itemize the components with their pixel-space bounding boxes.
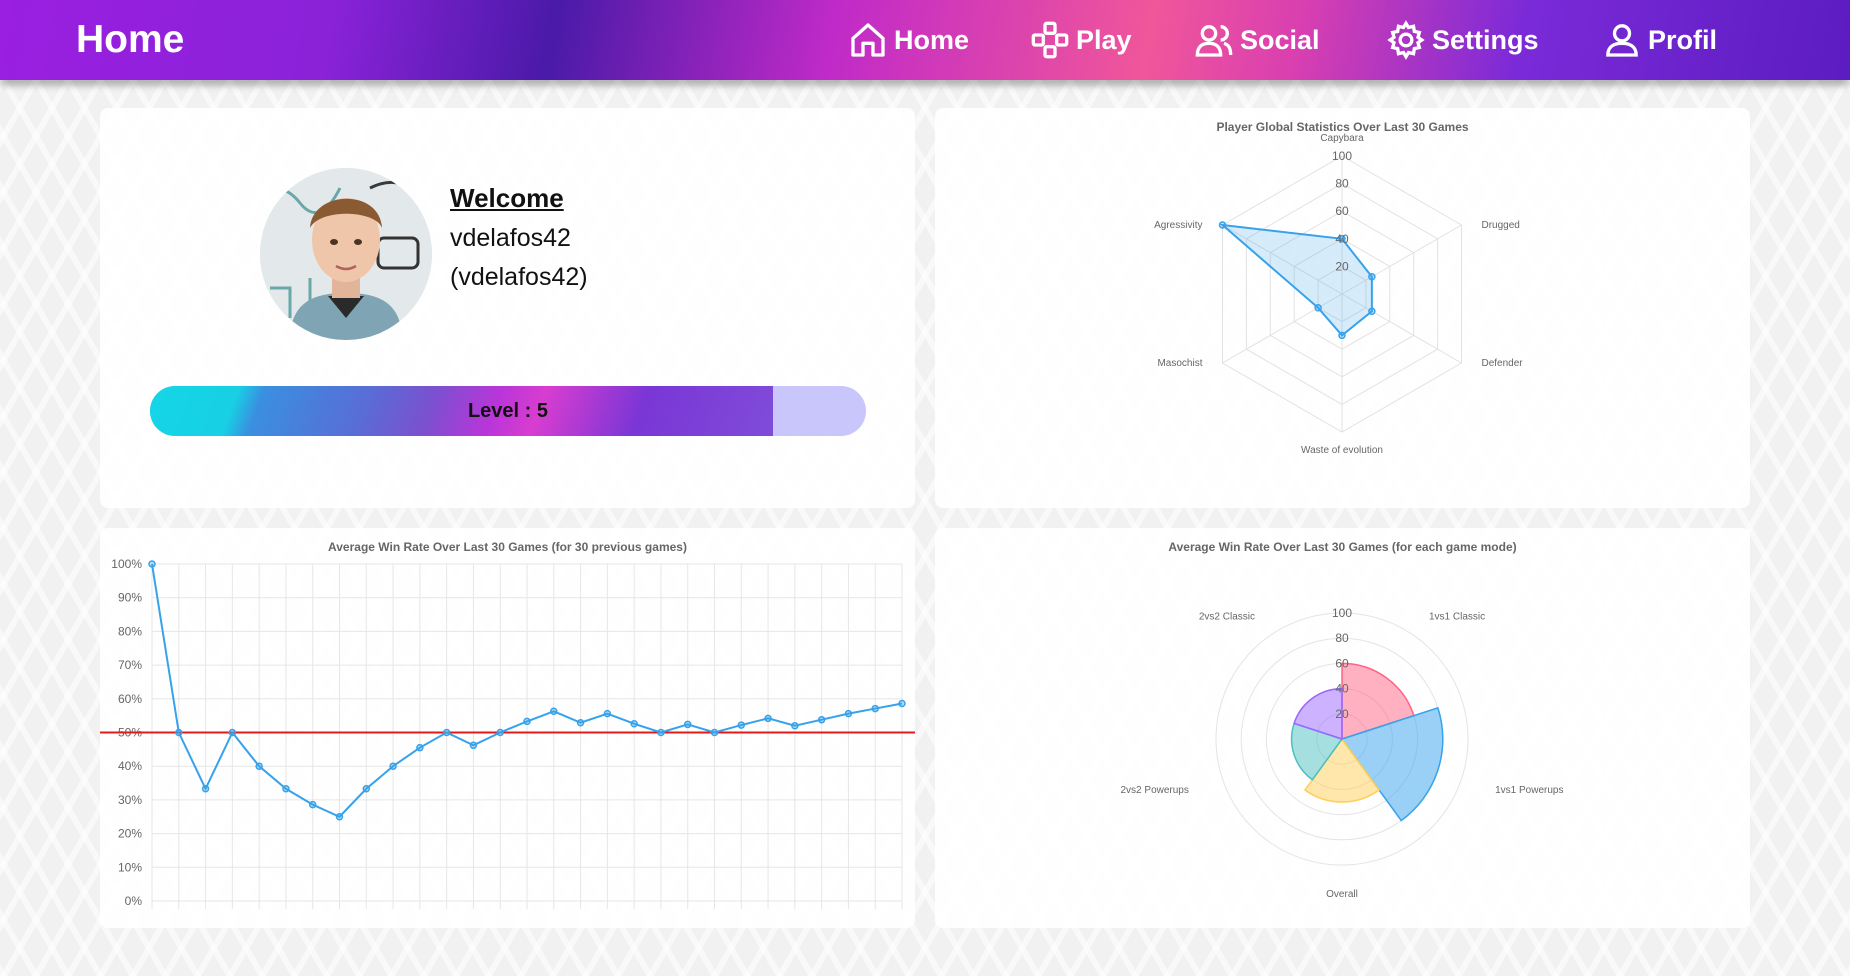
nav-profile[interactable]: Profil [1602, 18, 1717, 62]
radar-tick-label: 100 [1332, 149, 1352, 163]
radar-category-label: Drugged [1482, 220, 1520, 231]
nav-social-label: Social [1240, 24, 1320, 55]
nav-play[interactable]: Play [1030, 18, 1132, 62]
radar-point [1368, 307, 1376, 315]
line-y-tick-label: 30% [118, 793, 142, 807]
radar-category-label: Masochist [1157, 358, 1202, 369]
polar-tick-label: 60 [1335, 656, 1349, 670]
line-point [898, 699, 906, 708]
line-point [550, 707, 558, 716]
level-progress-bar: Level : 5 [150, 386, 866, 436]
polar-category-label: 2vs2 Classic [1199, 611, 1255, 622]
polar-category-label: Overall [1326, 889, 1358, 900]
polar-category-label: 2vs2 Powerups [1121, 785, 1189, 796]
radar-point [1314, 304, 1322, 312]
line-y-tick-label: 80% [118, 624, 142, 638]
line-point [442, 728, 451, 737]
radar-tick-label: 20 [1335, 259, 1349, 273]
radar-point [1368, 273, 1376, 281]
username: vdelafos42 [450, 224, 571, 252]
top-navbar: Home Home Play Social Settings Profil [0, 0, 1850, 80]
polar-tick-label: 100 [1332, 606, 1352, 620]
user-icon [1606, 24, 1638, 57]
nav-settings[interactable]: Settings [1386, 18, 1539, 62]
line-point [737, 721, 746, 729]
radar-chart: 20 40 60 80 100 Capybara Drugged Defender Waste … [1154, 133, 1524, 456]
nav-home-label: Home [894, 24, 970, 55]
line-point [228, 728, 237, 737]
line-point [175, 728, 183, 737]
line-y-tick-label: 20% [118, 827, 142, 841]
users-icon [1195, 25, 1233, 57]
polar-tick-label: 20 [1335, 707, 1349, 721]
radar-tick-label: 40 [1335, 232, 1349, 246]
radar-point [1218, 221, 1227, 229]
avatar [260, 168, 432, 340]
radar-category-label: Agressivity [1154, 220, 1202, 231]
polar-category-label: 1vs1 Classic [1429, 611, 1485, 622]
nav-profile-label: Profil [1648, 24, 1718, 55]
line-point [496, 728, 504, 737]
polar-chart-card: Average Win Rate Over Last 30 Games (for… [935, 528, 1750, 928]
home-icon [851, 23, 885, 57]
line-point [844, 709, 853, 718]
nav-home[interactable]: Home [848, 18, 969, 62]
nav-social[interactable]: Social [1194, 18, 1320, 62]
line-point [282, 785, 290, 793]
welcome-heading: Welcome [450, 183, 564, 213]
page-title: Home [76, 18, 185, 61]
polar-tick-label: 40 [1335, 682, 1349, 696]
line-point [630, 719, 638, 728]
line-point [791, 722, 799, 730]
line-point [335, 813, 344, 821]
line-point [523, 717, 531, 726]
line-y-tick-label: 90% [118, 591, 142, 605]
line-y-tick-label: 70% [118, 658, 142, 672]
radar-category-label: Defender [1482, 358, 1524, 369]
line-chart: 0%10%20%30%40%50%60%70%80%90%100% [100, 557, 915, 909]
gamepad-icon [1031, 21, 1069, 59]
user-login: (vdelafos42) [450, 263, 588, 291]
line-chart-card: Average Win Rate Over Last 30 Games (for… [100, 528, 915, 928]
radar-tick-label: 60 [1335, 204, 1349, 218]
line-point [201, 785, 210, 793]
line-y-tick-label: 100% [111, 557, 142, 571]
level-label: Level : 5 [467, 399, 549, 422]
line-point [308, 800, 317, 809]
polar-tick-label: 80 [1335, 631, 1349, 645]
line-point [871, 704, 879, 713]
radar-category-label: Capybara [1320, 133, 1364, 144]
gear-icon [1387, 20, 1425, 60]
nav-settings-label: Settings [1432, 24, 1539, 55]
radar-chart-card: Player Global Statistics Over Last 30 Ga… [935, 108, 1750, 508]
line-point [148, 560, 156, 568]
line-point [576, 718, 585, 727]
profile-card: Welcome vdelafos42 (vdelafos42) Level : … [100, 108, 915, 508]
radar-series-area [1219, 223, 1373, 337]
line-point [817, 715, 826, 724]
line-point [764, 714, 772, 723]
polar-category-label: 1vs1 Powerups [1495, 785, 1563, 796]
line-point [255, 762, 263, 770]
line-point [416, 743, 424, 752]
line-point [362, 785, 371, 793]
nav-play-label: Play [1076, 24, 1132, 55]
radar-point [1338, 331, 1346, 340]
line-y-tick-label: 40% [118, 759, 142, 773]
polar-area-chart: 20 40 60 80 100 1vs1 Classic 1vs1 Powerups Over… [1121, 606, 1564, 900]
radar-tick-label: 80 [1335, 177, 1349, 191]
line-point [683, 720, 692, 729]
line-point [710, 728, 719, 737]
line-point [657, 728, 665, 737]
line-y-tick-label: 10% [118, 860, 142, 874]
line-point [469, 741, 478, 750]
line-y-tick-label: 0% [125, 894, 143, 908]
line-point [389, 762, 397, 770]
radar-category-label: Waste of evolution [1301, 445, 1383, 456]
line-point [603, 709, 612, 718]
line-y-tick-label: 60% [118, 692, 142, 706]
